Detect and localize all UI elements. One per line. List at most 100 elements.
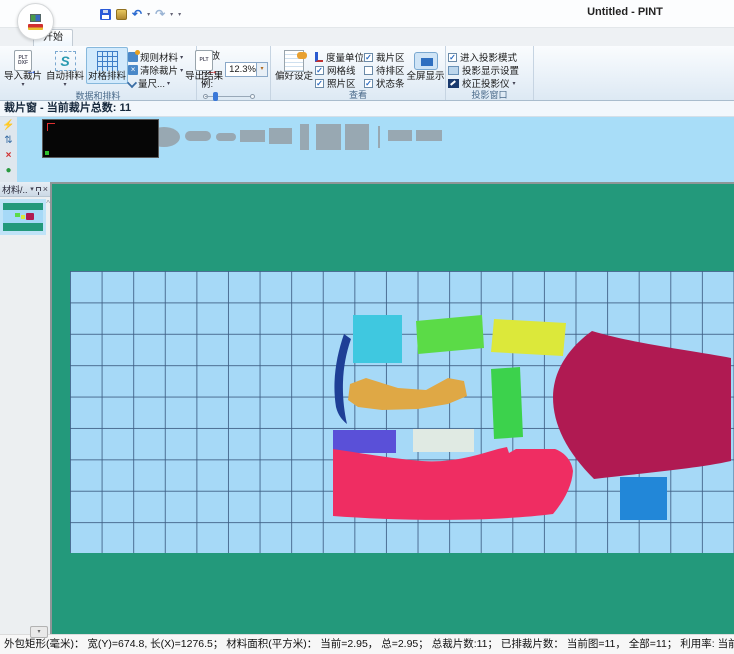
piece-navy-strip[interactable] bbox=[334, 334, 351, 424]
import-pieces-button[interactable]: PLT DXF → 导入裁片 ▾ bbox=[2, 47, 44, 90]
view-options-col2: ✓ 裁片区 待排区 ✓ 状态条 bbox=[364, 47, 405, 89]
measure-button[interactable]: 量尺... ▾ bbox=[128, 77, 183, 89]
calibrate-projector-label: 校正投影仪 bbox=[462, 76, 510, 90]
undo-dropdown-icon[interactable]: ▾ bbox=[147, 11, 150, 18]
undo-icon[interactable]: ↶ bbox=[132, 8, 142, 20]
refresh-icon[interactable]: ● bbox=[2, 164, 16, 178]
gridline-checkbox[interactable]: ✓ 网格线 bbox=[315, 64, 364, 76]
plt-dxf-icon-text: PLT DXF bbox=[15, 56, 31, 66]
preferences-icon-wrap bbox=[284, 49, 304, 72]
flash-nest-icon[interactable]: ⚡ bbox=[2, 119, 16, 133]
qat-more-icon[interactable]: ▾ bbox=[178, 11, 181, 18]
view-options-col1: 度量单位 ✓ 网格线 ✓ 照片区 bbox=[315, 47, 364, 89]
piece-orange-band[interactable] bbox=[348, 378, 467, 410]
piece-thumbnail-selected[interactable] bbox=[42, 119, 159, 158]
crosshair-icon bbox=[47, 123, 55, 131]
app-menu-button[interactable] bbox=[17, 3, 54, 40]
save-icon[interactable] bbox=[100, 9, 111, 20]
piece-green-vertical-rect[interactable] bbox=[491, 367, 523, 439]
piece-thumbnail[interactable] bbox=[388, 130, 412, 141]
window-title: Untitled - PINT bbox=[545, 6, 705, 18]
material-panel-header: 材料/... ▾ × bbox=[0, 182, 50, 197]
nesting-canvas[interactable] bbox=[50, 182, 734, 634]
preferences-button[interactable]: 偏好设定 bbox=[273, 47, 315, 84]
auto-nest-button[interactable]: S 自动排料 ▾ bbox=[44, 47, 86, 90]
fullscreen-icon bbox=[414, 52, 438, 70]
collapse-panel-button[interactable]: ▾ bbox=[30, 626, 48, 638]
piece-thumbnail[interactable] bbox=[416, 130, 442, 141]
material-list-item[interactable] bbox=[0, 199, 46, 235]
zoom-slider[interactable] bbox=[203, 92, 255, 101]
unit-button[interactable]: 度量单位 bbox=[315, 51, 364, 63]
projection-mode-label: 进入投影模式 bbox=[460, 50, 517, 64]
zoom-ratio-value: 12.3% bbox=[226, 64, 256, 75]
redo-icon[interactable]: ↷ bbox=[155, 8, 165, 20]
measure-label: 量尺... bbox=[138, 76, 165, 90]
panel-close-icon[interactable]: × bbox=[43, 185, 48, 194]
piece-thumbnail[interactable] bbox=[240, 130, 265, 142]
photo-area-checkbox[interactable]: ✓ 照片区 bbox=[315, 77, 364, 89]
zoom-slider-max-icon[interactable] bbox=[250, 94, 255, 99]
piece-area-label: 裁片区 bbox=[376, 50, 405, 64]
gridline-checkbox-box[interactable]: ✓ bbox=[315, 66, 324, 75]
zoom-ratio-combobox[interactable]: 12.3% ▾ bbox=[225, 62, 268, 77]
delete-piece-icon[interactable]: × bbox=[2, 149, 16, 163]
piece-window-header: 裁片窗 - 当前裁片总数: 11 bbox=[0, 101, 734, 117]
redo-dropdown-icon[interactable]: ▾ bbox=[170, 11, 173, 18]
piece-area-checkbox-box[interactable]: ✓ bbox=[364, 53, 373, 62]
preferences-label: 偏好设定 bbox=[275, 72, 313, 82]
panel-dropdown-icon[interactable]: ▾ bbox=[30, 185, 34, 194]
piece-blue-square[interactable] bbox=[620, 477, 667, 520]
calibrate-projector-button[interactable]: 校正投影仪 ▾ bbox=[448, 77, 519, 89]
plt-document-icon: PLT → bbox=[195, 50, 213, 71]
piece-thumbnail[interactable] bbox=[269, 128, 292, 144]
projection-options: ✓ 进入投影模式 投影显示设置 校正投影仪 ▾ bbox=[448, 47, 519, 89]
projection-display-settings-button[interactable]: 投影显示设置 bbox=[448, 64, 519, 76]
pending-area-label: 待排区 bbox=[376, 63, 405, 77]
sort-pieces-icon[interactable]: ⇅ bbox=[2, 134, 16, 148]
fullscreen-button[interactable]: 全屏显示 bbox=[405, 47, 447, 84]
material-panel: 材料/... ▾ × ^ bbox=[0, 182, 50, 634]
piece-thumbnail[interactable] bbox=[185, 131, 211, 141]
pin-icon[interactable] bbox=[36, 187, 41, 191]
piece-yellow-rect[interactable] bbox=[491, 319, 566, 356]
import-dropdown-icon[interactable]: ▾ bbox=[22, 82, 25, 88]
clear-pieces-button[interactable]: × 清除裁片 ▾ bbox=[128, 64, 183, 76]
zoom-combo-dropdown-icon[interactable]: ▾ bbox=[256, 63, 267, 76]
piece-green-rect[interactable] bbox=[416, 315, 484, 354]
piece-pink-panel[interactable] bbox=[333, 447, 573, 520]
piece-crimson-panel[interactable] bbox=[553, 331, 731, 479]
auto-nest-label: 自动排料 bbox=[46, 72, 84, 82]
photo-area-checkbox-box[interactable]: ✓ bbox=[315, 79, 324, 88]
export-arrow-icon: → bbox=[207, 69, 218, 74]
gridline-label: 网格线 bbox=[327, 63, 356, 77]
projection-mode-checkbox-box[interactable]: ✓ bbox=[448, 53, 457, 62]
fullscreen-icon-wrap bbox=[414, 49, 438, 72]
ribbon-empty-space bbox=[534, 46, 734, 100]
status-bar-checkbox[interactable]: ✓ 状态条 bbox=[364, 77, 405, 89]
zoom-slider-thumb[interactable] bbox=[213, 92, 218, 101]
piece-thumbnail[interactable] bbox=[216, 133, 236, 141]
piece-thumbnail[interactable] bbox=[316, 124, 341, 150]
canvas-border bbox=[50, 182, 734, 184]
piece-area-checkbox[interactable]: ✓ 裁片区 bbox=[364, 51, 405, 63]
pending-area-checkbox-box[interactable] bbox=[364, 66, 373, 75]
group-data-nesting: PLT DXF → 导入裁片 ▾ S 自动排料 ▾ 对格排料 bbox=[0, 46, 197, 100]
macro-icon[interactable] bbox=[116, 9, 127, 20]
piece-purple-rect[interactable] bbox=[333, 430, 396, 453]
piece-thumbnail[interactable] bbox=[300, 124, 309, 150]
projection-mode-checkbox[interactable]: ✓ 进入投影模式 bbox=[448, 51, 519, 63]
pending-area-checkbox[interactable]: 待排区 bbox=[364, 64, 405, 76]
auto-nest-dropdown-icon[interactable]: ▾ bbox=[64, 82, 67, 88]
piece-thumbnail[interactable] bbox=[345, 124, 369, 150]
app-logo-icon bbox=[30, 14, 41, 22]
ribbon: PLT DXF → 导入裁片 ▾ S 自动排料 ▾ 对格排料 bbox=[0, 46, 734, 101]
photo-area-label: 照片区 bbox=[327, 76, 356, 90]
pattern-pieces-layer bbox=[50, 182, 734, 634]
piece-cyan-rect[interactable] bbox=[353, 315, 402, 363]
group-projection: ✓ 进入投影模式 投影显示设置 校正投影仪 ▾ 投影窗口 bbox=[446, 46, 534, 100]
grid-align-nest-button[interactable]: 对格排料 bbox=[86, 47, 128, 84]
status-bar-checkbox-box[interactable]: ✓ bbox=[364, 79, 373, 88]
piece-white-rect[interactable] bbox=[413, 429, 474, 452]
rule-material-button[interactable]: 规则材料 ▾ bbox=[128, 51, 183, 63]
